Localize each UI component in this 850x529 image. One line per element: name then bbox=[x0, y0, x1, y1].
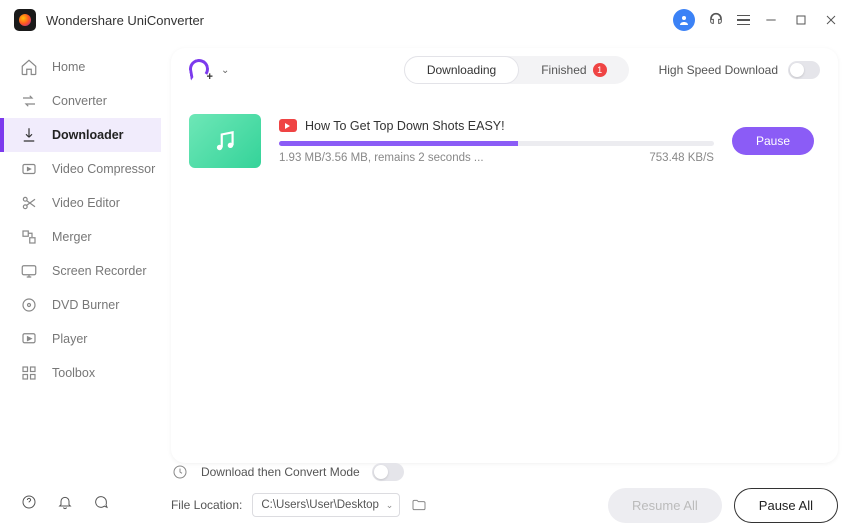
sidebar-item-video-editor[interactable]: Video Editor bbox=[0, 186, 161, 220]
sidebar-item-label: Player bbox=[52, 332, 87, 346]
sidebar-item-label: Toolbox bbox=[52, 366, 95, 380]
app-logo bbox=[14, 9, 36, 31]
sidebar-item-label: Screen Recorder bbox=[52, 264, 147, 278]
tab-label: Downloading bbox=[427, 56, 496, 84]
menu-icon[interactable] bbox=[737, 15, 750, 26]
grid-icon bbox=[20, 364, 38, 382]
music-note-icon bbox=[212, 128, 238, 154]
titlebar: Wondershare UniConverter bbox=[0, 0, 850, 40]
sidebar-item-player[interactable]: Player bbox=[0, 322, 161, 356]
sidebar-item-label: Merger bbox=[52, 230, 92, 244]
sidebar-item-home[interactable]: Home bbox=[0, 50, 161, 84]
tab-finished[interactable]: Finished 1 bbox=[519, 56, 628, 84]
sidebar-item-label: Video Compressor bbox=[52, 162, 155, 176]
file-location-select[interactable]: C:\Users\User\Desktop ⌄ bbox=[252, 493, 400, 517]
close-button[interactable] bbox=[822, 11, 840, 29]
file-location-label: File Location: bbox=[171, 498, 242, 512]
minimize-button[interactable] bbox=[762, 11, 780, 29]
high-speed-toggle[interactable] bbox=[788, 61, 820, 79]
open-folder-button[interactable] bbox=[410, 496, 428, 514]
finished-badge: 1 bbox=[593, 63, 607, 77]
sidebar-item-label: Converter bbox=[52, 94, 107, 108]
home-icon bbox=[20, 58, 38, 76]
sidebar-item-label: DVD Burner bbox=[52, 298, 119, 312]
sidebar-item-label: Video Editor bbox=[52, 196, 120, 210]
help-icon[interactable] bbox=[20, 493, 38, 511]
sidebar-item-downloader[interactable]: Downloader bbox=[0, 118, 161, 152]
pause-all-button[interactable]: Pause All bbox=[734, 488, 838, 523]
high-speed-label: High Speed Download bbox=[659, 63, 778, 77]
tab-downloading[interactable]: Downloading bbox=[404, 56, 519, 84]
download-thumbnail bbox=[189, 114, 261, 168]
notification-icon[interactable] bbox=[56, 493, 74, 511]
chevron-down-icon: ⌄ bbox=[386, 500, 394, 511]
topbar: + ⌄ Downloading Finished 1 High Speed Do… bbox=[171, 48, 838, 92]
scissors-icon bbox=[20, 194, 38, 212]
app-title: Wondershare UniConverter bbox=[46, 13, 204, 28]
tab-switch: Downloading Finished 1 bbox=[404, 56, 629, 84]
sidebar-item-toolbox[interactable]: Toolbox bbox=[0, 356, 161, 390]
sidebar-item-label: Home bbox=[52, 60, 85, 74]
sidebar-item-dvd-burner[interactable]: DVD Burner bbox=[0, 288, 161, 322]
add-url-button[interactable]: + bbox=[189, 59, 211, 81]
convert-mode-toggle[interactable] bbox=[372, 463, 404, 481]
convert-mode-label: Download then Convert Mode bbox=[201, 465, 360, 479]
merger-icon bbox=[20, 228, 38, 246]
converter-icon bbox=[20, 92, 38, 110]
bottom-bar: Download then Convert Mode File Location… bbox=[171, 457, 838, 523]
recorder-icon bbox=[20, 262, 38, 280]
tab-label: Finished bbox=[541, 56, 586, 84]
add-url-dropdown[interactable]: ⌄ bbox=[221, 65, 229, 76]
download-status: 1.93 MB/3.56 MB, remains 2 seconds ... bbox=[279, 152, 484, 164]
file-location-path: C:\Users\User\Desktop bbox=[261, 499, 379, 511]
sidebar-item-converter[interactable]: Converter bbox=[0, 84, 161, 118]
history-icon[interactable] bbox=[171, 463, 189, 481]
sidebar-item-screen-recorder[interactable]: Screen Recorder bbox=[0, 254, 161, 288]
download-speed: 753.48 KB/S bbox=[649, 152, 714, 164]
sidebar: Home Converter Downloader Video Compress… bbox=[0, 40, 161, 529]
youtube-icon bbox=[279, 119, 297, 132]
resume-all-button: Resume All bbox=[608, 488, 722, 523]
support-icon[interactable] bbox=[707, 11, 725, 29]
downloader-icon bbox=[20, 126, 38, 144]
sidebar-item-label: Downloader bbox=[52, 128, 124, 142]
pause-button[interactable]: Pause bbox=[732, 127, 814, 155]
play-icon bbox=[20, 330, 38, 348]
compressor-icon bbox=[20, 160, 38, 178]
sidebar-item-video-compressor[interactable]: Video Compressor bbox=[0, 152, 161, 186]
disc-icon bbox=[20, 296, 38, 314]
download-title: How To Get Top Down Shots EASY! bbox=[305, 119, 505, 133]
feedback-icon[interactable] bbox=[92, 493, 110, 511]
download-item: How To Get Top Down Shots EASY! 1.93 MB/… bbox=[185, 108, 824, 174]
user-account-icon[interactable] bbox=[673, 9, 695, 31]
content-area: + ⌄ Downloading Finished 1 High Speed Do… bbox=[161, 40, 850, 529]
maximize-button[interactable] bbox=[792, 11, 810, 29]
download-progress bbox=[279, 141, 714, 146]
sidebar-item-merger[interactable]: Merger bbox=[0, 220, 161, 254]
